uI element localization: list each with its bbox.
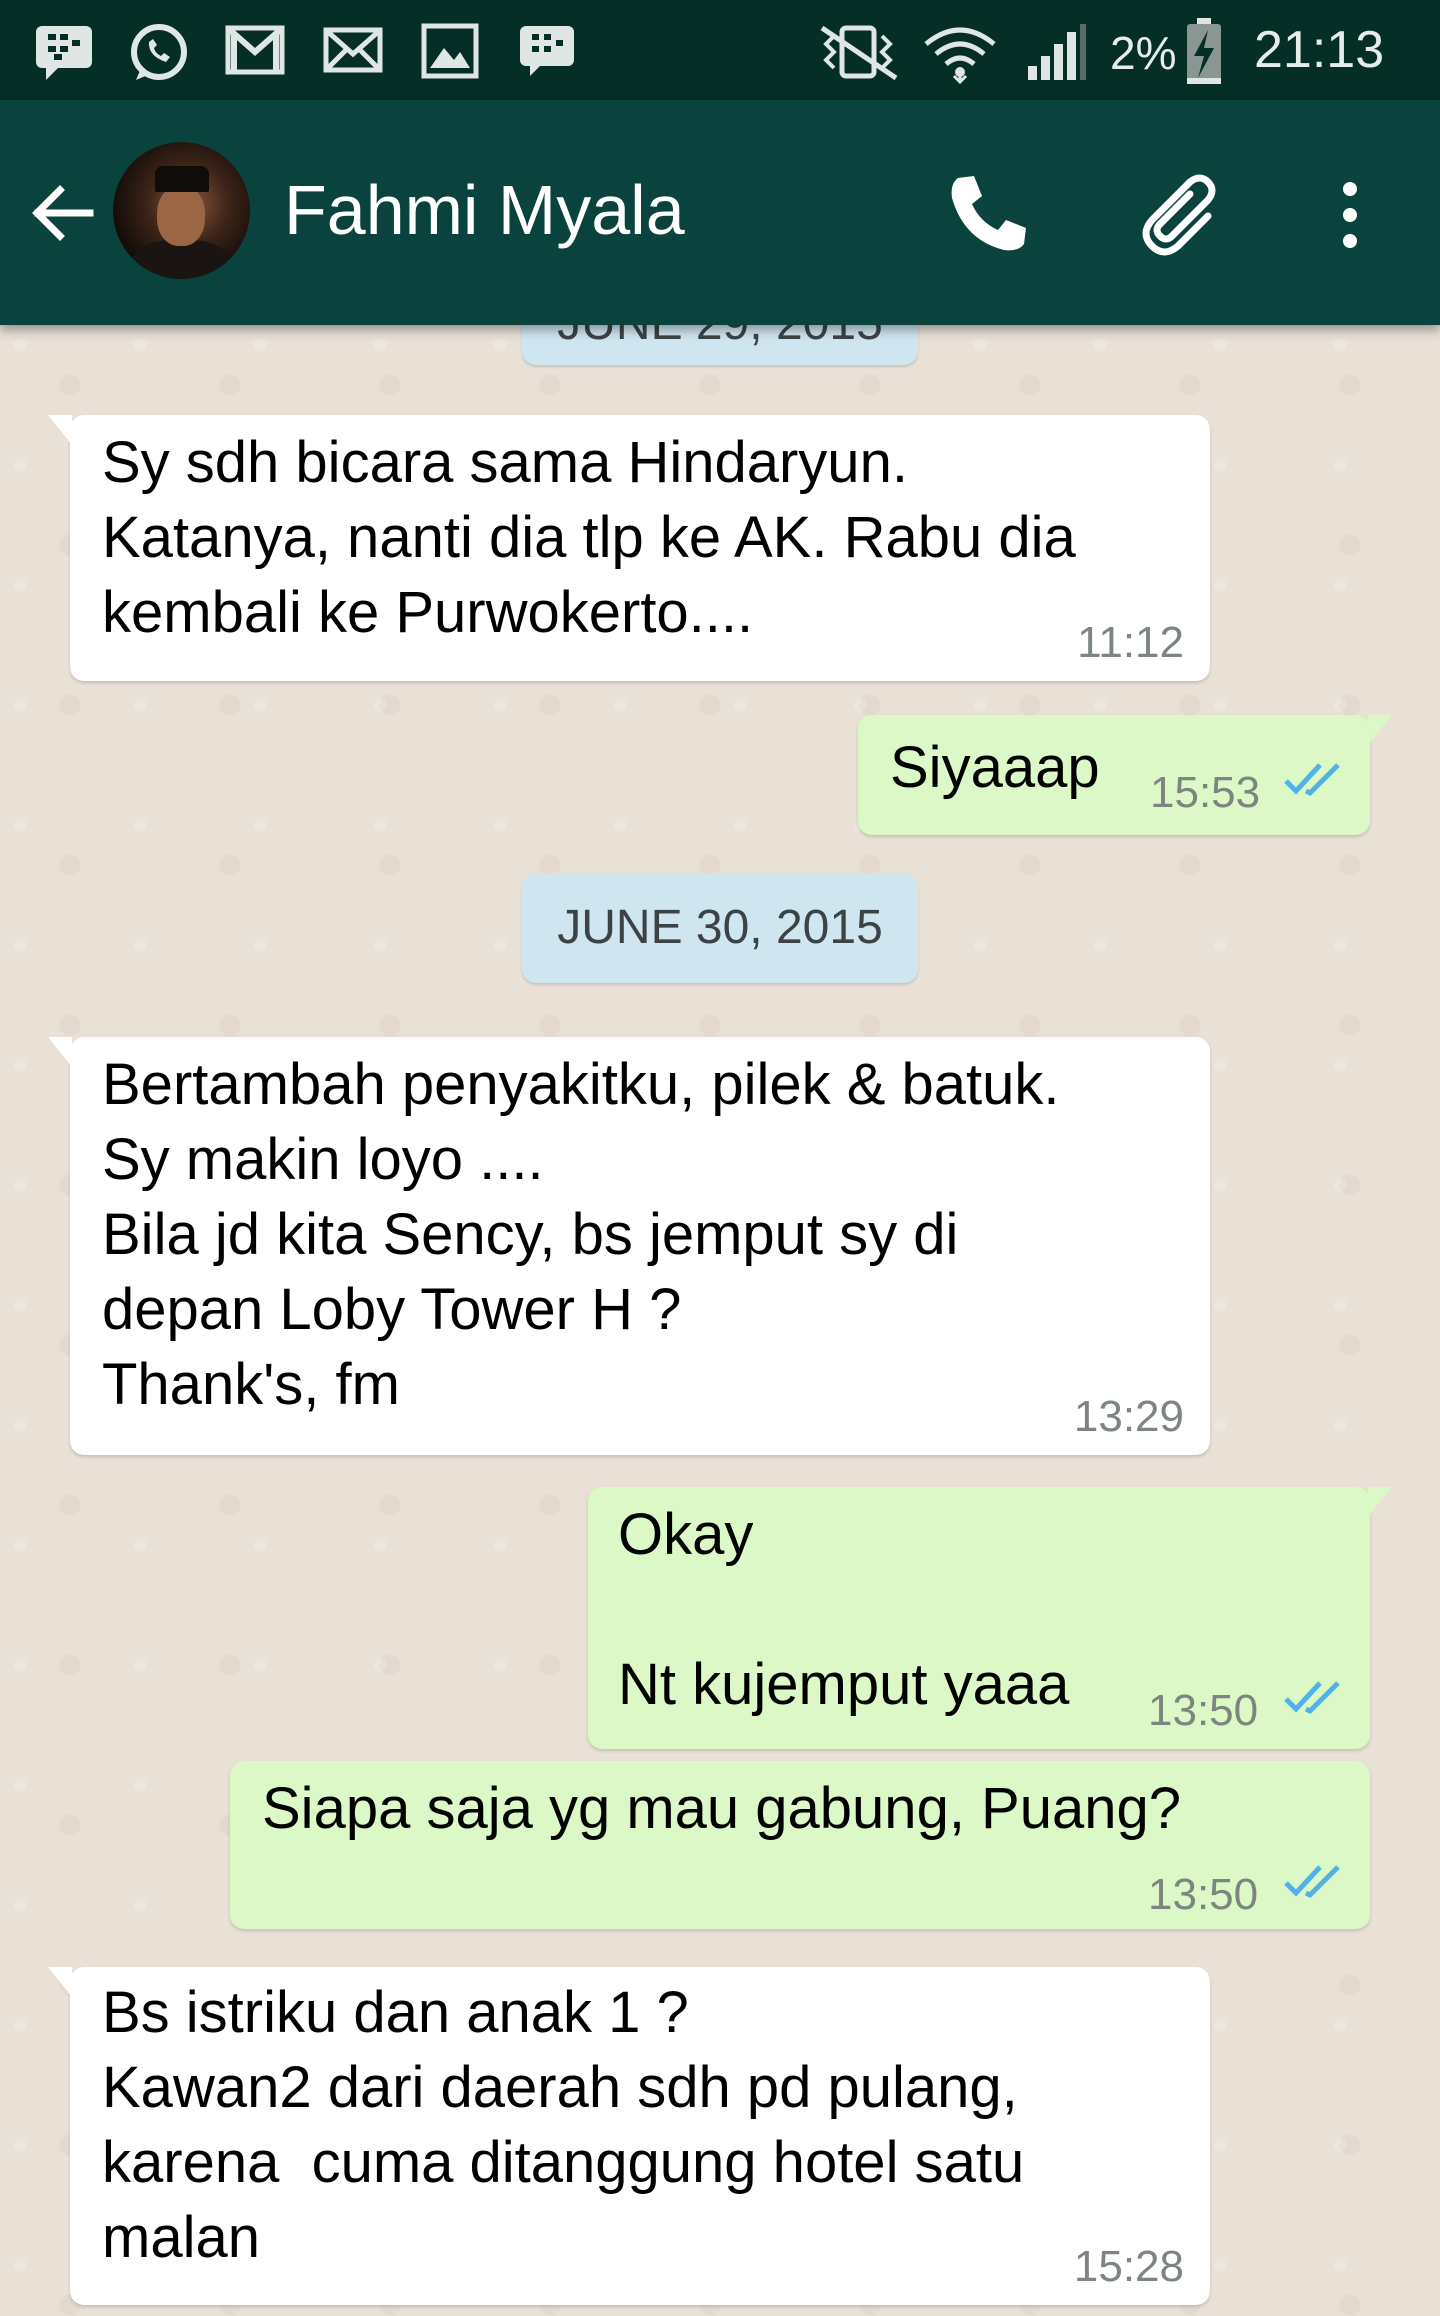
message-bubble-out[interactable]: Siyaaap 15:53 <box>858 715 1392 835</box>
message-line: Bila jd kita Sency, bs jemput sy di <box>102 1202 959 1267</box>
message-line: Kawan2 dari daerah sdh pd pulang, <box>102 2055 1018 2120</box>
message-line: Katanya, nanti dia tlp ke AK. Rabu dia <box>102 505 1076 570</box>
back-arrow-icon[interactable] <box>28 178 98 248</box>
message-time: 13:50 <box>1148 1686 1259 1735</box>
date-pill: JUNE 29, 2015 <box>522 325 918 365</box>
message-line: Bs istriku dan anak 1 ? <box>102 1980 689 2045</box>
battery-percent: 2% <box>1110 27 1177 79</box>
message-line: malan <box>102 2205 260 2270</box>
bbm-icon <box>36 26 92 80</box>
message-time: 13:50 <box>1148 1870 1259 1919</box>
wifi-icon <box>924 27 996 85</box>
paperclip-icon[interactable] <box>1138 170 1230 262</box>
chat-area[interactable]: JUNE 29, 2015 Sy sdh bicara sama Hindary… <box>0 325 1440 2316</box>
double-check-icon <box>1284 1865 1340 1899</box>
message-line: Sy makin loyo .... <box>102 1127 544 1192</box>
message-bubble-in[interactable]: Bs istriku dan anak 1 ? Kawan2 dari daer… <box>48 1967 1210 2305</box>
message-line: Siyaaap <box>890 735 1100 800</box>
email-icon <box>323 27 383 73</box>
more-vert-icon[interactable] <box>1330 180 1370 250</box>
date-pill: JUNE 30, 2015 <box>522 873 918 983</box>
bbm-icon-2 <box>520 26 574 76</box>
message-line: kembali ke Purwokerto.... <box>102 580 754 645</box>
vibrate-icon <box>820 25 898 81</box>
gmail-icon <box>225 25 285 75</box>
message-line: Sy sdh bicara sama Hindaryun. <box>102 430 908 495</box>
double-check-icon <box>1284 763 1340 797</box>
message-line: Thank's, fm <box>102 1352 400 1417</box>
clock: 21:13 <box>1254 21 1385 79</box>
signal-icon <box>1028 24 1086 80</box>
chat-header: Fahmi Myala <box>0 100 1440 325</box>
double-check-icon <box>1284 1681 1340 1715</box>
status-bar: 2% 21:13 <box>0 0 1440 100</box>
message-time: 15:53 <box>1150 768 1261 817</box>
message-bubble-out[interactable]: Okay Nt kujemput yaaa 13:50 <box>588 1487 1392 1749</box>
whatsapp-icon <box>131 24 187 80</box>
message-line: Nt kujemput yaaa <box>618 1652 1070 1717</box>
message-bubble-in[interactable]: Sy sdh bicara sama Hindaryun. Katanya, n… <box>48 415 1210 681</box>
phone-icon[interactable] <box>944 168 1034 258</box>
avatar[interactable] <box>113 142 250 279</box>
message-bubble-in[interactable]: Bertambah penyakitku, pilek & batuk. Sy … <box>48 1037 1210 1455</box>
message-line: Siapa saja yg mau gabung, Puang? <box>262 1776 1182 1841</box>
message-time: 13:29 <box>1073 1392 1184 1441</box>
message-line: Okay <box>618 1502 754 1567</box>
message-line: Bertambah penyakitku, pilek & batuk. <box>102 1052 1060 1117</box>
contact-name[interactable]: Fahmi Myala <box>284 170 685 250</box>
message-time: 15:28 <box>1073 2242 1184 2291</box>
message-bubble-out[interactable]: Siapa saja yg mau gabung, Puang? 13:50 <box>230 1761 1370 1929</box>
message-line: depan Loby Tower H ? <box>102 1277 682 1342</box>
battery-charging-icon <box>1187 18 1221 84</box>
gallery-icon <box>421 23 479 79</box>
message-time: 11:12 <box>1077 618 1184 667</box>
message-line: karena cuma ditanggung hotel satu <box>102 2130 1025 2195</box>
